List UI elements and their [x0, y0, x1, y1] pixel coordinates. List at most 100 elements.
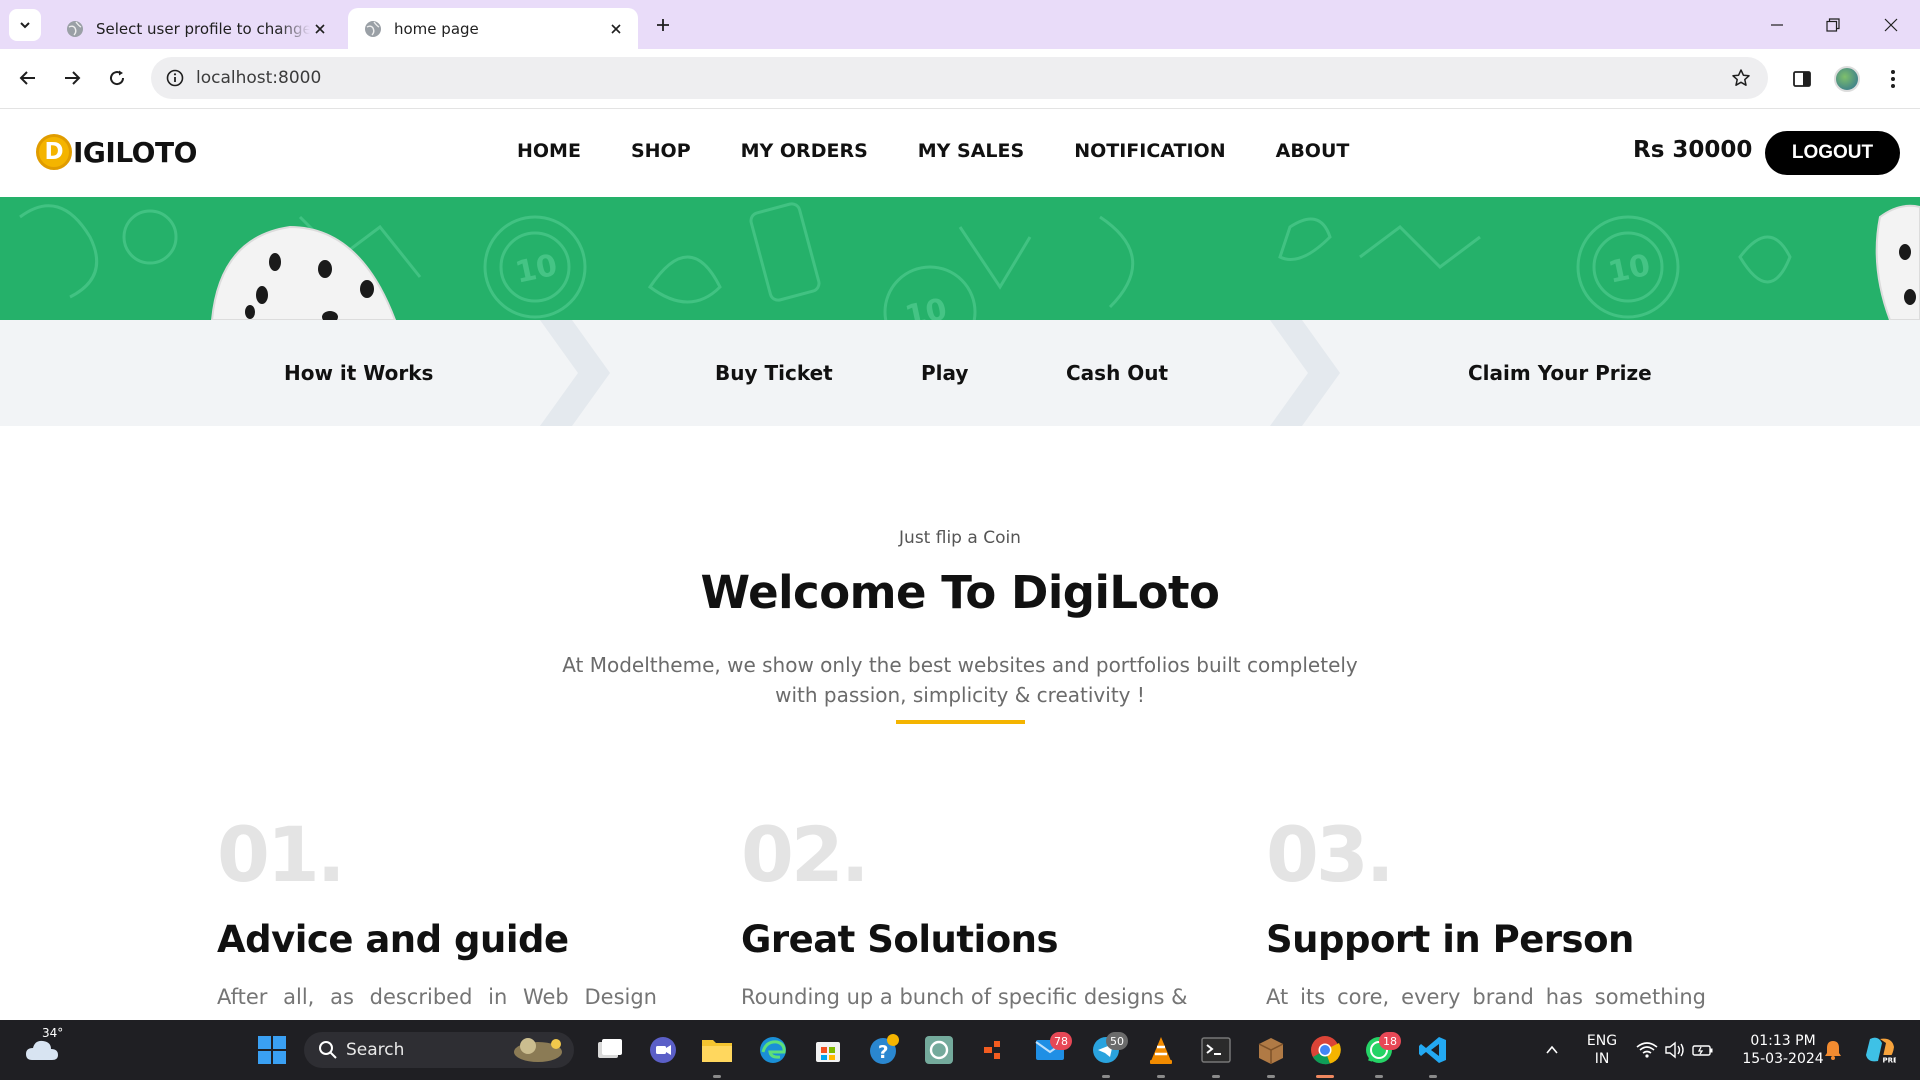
site-header: D IGILOTO HOME SHOP MY ORDERS MY SALES N… — [0, 109, 1920, 197]
start-button[interactable] — [252, 1030, 292, 1070]
svg-text:?: ? — [878, 1042, 888, 1063]
taskbar-task-view[interactable] — [590, 1030, 630, 1070]
windows-logo-icon — [258, 1036, 286, 1064]
copilot-button[interactable]: PRE — [1860, 1030, 1900, 1070]
taskbar-edge[interactable] — [753, 1030, 793, 1070]
forward-button[interactable] — [57, 63, 87, 93]
nav-my-orders[interactable]: MY ORDERS — [741, 140, 868, 162]
logout-button[interactable]: LOGOUT — [1765, 131, 1900, 175]
feature-card: 03. Support in Person At its core, every… — [1266, 812, 1706, 1010]
dice-icon — [210, 225, 397, 320]
language-indicator[interactable]: ENG IN — [1580, 1032, 1624, 1068]
plus-icon — [657, 19, 669, 31]
side-panel-button[interactable] — [1786, 63, 1818, 95]
step-buy-ticket: Buy Ticket — [715, 361, 833, 385]
kebab-menu-icon — [1891, 70, 1895, 88]
weather-temp: 34° — [42, 1026, 64, 1040]
step-claim-prize: Claim Your Prize — [1468, 361, 1652, 385]
task-view-icon — [598, 1039, 622, 1058]
vscode-icon — [1419, 1037, 1446, 1063]
feature-title: Great Solutions — [741, 918, 1059, 961]
taskbar-mail[interactable]: 78 — [1030, 1030, 1072, 1070]
minimize-button[interactable] — [1762, 10, 1792, 40]
taskbar-chatgpt[interactable] — [919, 1030, 959, 1070]
tab-select-user-profile[interactable]: Select user profile to change | D — [50, 8, 342, 49]
logo-coin-icon: D — [36, 134, 72, 170]
url-text: localhost:8000 — [196, 68, 322, 88]
close-icon — [1884, 18, 1898, 32]
close-tab-icon[interactable] — [310, 19, 330, 39]
copilot-icon: PRE — [1866, 1037, 1896, 1065]
nav-shop[interactable]: SHOP — [631, 140, 691, 162]
back-button[interactable] — [13, 63, 43, 93]
close-window-button[interactable] — [1876, 10, 1906, 40]
taskbar-vlc[interactable] — [1141, 1030, 1181, 1078]
step-how-it-works: How it Works — [284, 361, 434, 385]
minimize-icon — [1771, 24, 1783, 26]
feature-number: 02. — [741, 810, 870, 899]
avatar — [1834, 66, 1860, 92]
new-tab-button[interactable] — [650, 12, 676, 38]
bookmark-star-icon[interactable] — [1728, 65, 1754, 91]
tab-home-page[interactable]: home page — [348, 8, 638, 49]
chrome-icon — [1311, 1036, 1341, 1065]
browser-tab-strip: Select user profile to change | D home p… — [0, 0, 1920, 49]
profile-button[interactable] — [1831, 63, 1863, 95]
taskbar-chrome[interactable] — [1305, 1030, 1345, 1078]
browser-toolbar: localhost:8000 — [0, 49, 1920, 109]
globe-icon — [67, 20, 83, 37]
volume-icon — [1665, 1041, 1684, 1059]
address-bar[interactable]: localhost:8000 — [151, 57, 1768, 99]
hero-banner: 10 10 10 — [0, 197, 1920, 320]
search-icon — [319, 1041, 337, 1059]
feature-text: Rounding up a bunch of specific designs … — [741, 985, 1188, 1009]
taskbar-whatsapp[interactable]: 18 — [1359, 1030, 1401, 1078]
feature-card: 01. Advice and guide After all, as descr… — [217, 812, 657, 1010]
taskbar-store[interactable] — [808, 1030, 848, 1070]
taskbar-app-orange[interactable] — [974, 1030, 1014, 1070]
notifications-button[interactable] — [1815, 1030, 1851, 1070]
arrow-right-icon — [65, 71, 81, 85]
step-cash-out: Cash Out — [1066, 361, 1169, 385]
globe-icon — [365, 20, 381, 37]
nav-notification[interactable]: NOTIFICATION — [1074, 140, 1225, 162]
browser-menu-button[interactable] — [1877, 63, 1909, 95]
package-icon — [1258, 1038, 1284, 1064]
taskbar-vscode[interactable] — [1413, 1030, 1453, 1078]
language-code: ENG — [1586, 1033, 1618, 1049]
taskbar-telegram[interactable]: 50 — [1086, 1030, 1128, 1078]
weather-widget[interactable]: 34° — [22, 1026, 63, 1070]
nav-about[interactable]: ABOUT — [1276, 140, 1350, 162]
site-info-icon[interactable] — [161, 64, 189, 92]
help-icon: ? — [870, 1034, 899, 1064]
feature-title: Advice and guide — [217, 918, 569, 961]
telegram-badge: 50 — [1106, 1032, 1128, 1050]
wallet-balance: Rs 30000 — [1633, 137, 1753, 163]
search-highlight-icon — [514, 1038, 562, 1062]
close-tab-icon[interactable] — [606, 19, 626, 39]
nav-my-sales[interactable]: MY SALES — [918, 140, 1024, 162]
reload-icon — [110, 70, 125, 86]
windows-taskbar: 34° Search ? 78 50 18 ENG IN 01:13 PM 15… — [0, 1020, 1920, 1080]
system-tray-status[interactable] — [1630, 1030, 1720, 1070]
taskbar-help[interactable]: ? — [864, 1030, 904, 1070]
chevron-up-icon — [1546, 1045, 1558, 1054]
taskbar-file-explorer[interactable] — [697, 1030, 737, 1078]
nav-home[interactable]: HOME — [517, 140, 581, 162]
taskbar-package[interactable] — [1251, 1030, 1291, 1078]
taskbar-terminal[interactable] — [1196, 1030, 1236, 1078]
weather-cloud-icon — [26, 1040, 58, 1060]
restore-button[interactable] — [1818, 10, 1848, 40]
tab-search-button[interactable] — [9, 9, 41, 41]
site-logo[interactable]: D IGILOTO — [36, 134, 197, 170]
restore-icon — [1826, 18, 1840, 32]
edge-browser-icon — [760, 1037, 786, 1063]
intro-text: At Modeltheme, we show only the best web… — [562, 653, 1358, 707]
reload-button[interactable] — [102, 63, 132, 93]
terminal-icon — [1201, 1037, 1231, 1063]
tab-title: home page — [394, 19, 479, 38]
taskbar-teams[interactable] — [643, 1030, 683, 1070]
taskbar-search[interactable]: Search — [304, 1032, 574, 1068]
show-hidden-icons[interactable] — [1532, 1030, 1572, 1070]
logo-text: IGILOTO — [73, 135, 197, 169]
